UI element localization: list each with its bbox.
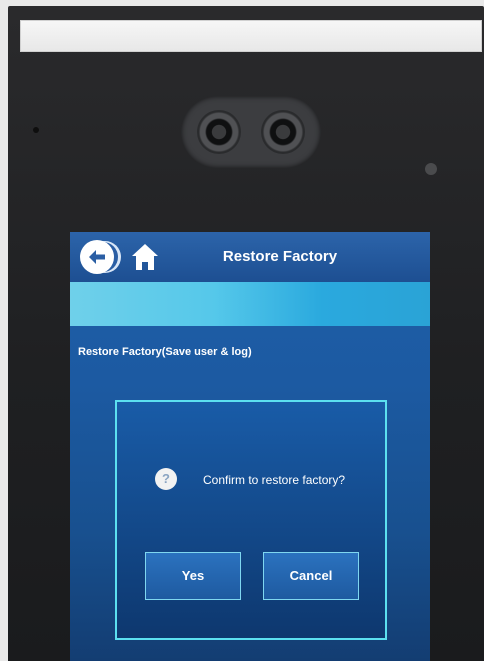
page-title: Restore Factory xyxy=(222,248,338,265)
camera-lens-right xyxy=(261,110,305,154)
question-icon: ? xyxy=(155,468,177,490)
camera-lens-left xyxy=(197,110,241,154)
title-bar: Restore Factory xyxy=(70,232,430,282)
light-sensor xyxy=(425,163,437,175)
cancel-button[interactable]: Cancel xyxy=(263,552,359,600)
home-icon xyxy=(132,244,158,270)
back-arrow-icon xyxy=(89,250,105,264)
device-top-strip xyxy=(20,20,482,52)
home-button[interactable] xyxy=(130,242,160,272)
confirm-dialog: ? Confirm to restore factory? Yes Cancel xyxy=(115,400,387,640)
camera-module xyxy=(181,96,321,168)
microphone-hole xyxy=(33,127,39,133)
device-screen: Restore Factory Restore Factory(Save use… xyxy=(70,232,430,661)
dialog-message: Confirm to restore factory? xyxy=(203,473,346,487)
restore-option-label[interactable]: Restore Factory(Save user & log) xyxy=(78,346,252,358)
back-button[interactable] xyxy=(80,240,114,274)
yes-button[interactable]: Yes xyxy=(145,552,241,600)
info-bar xyxy=(70,282,430,326)
